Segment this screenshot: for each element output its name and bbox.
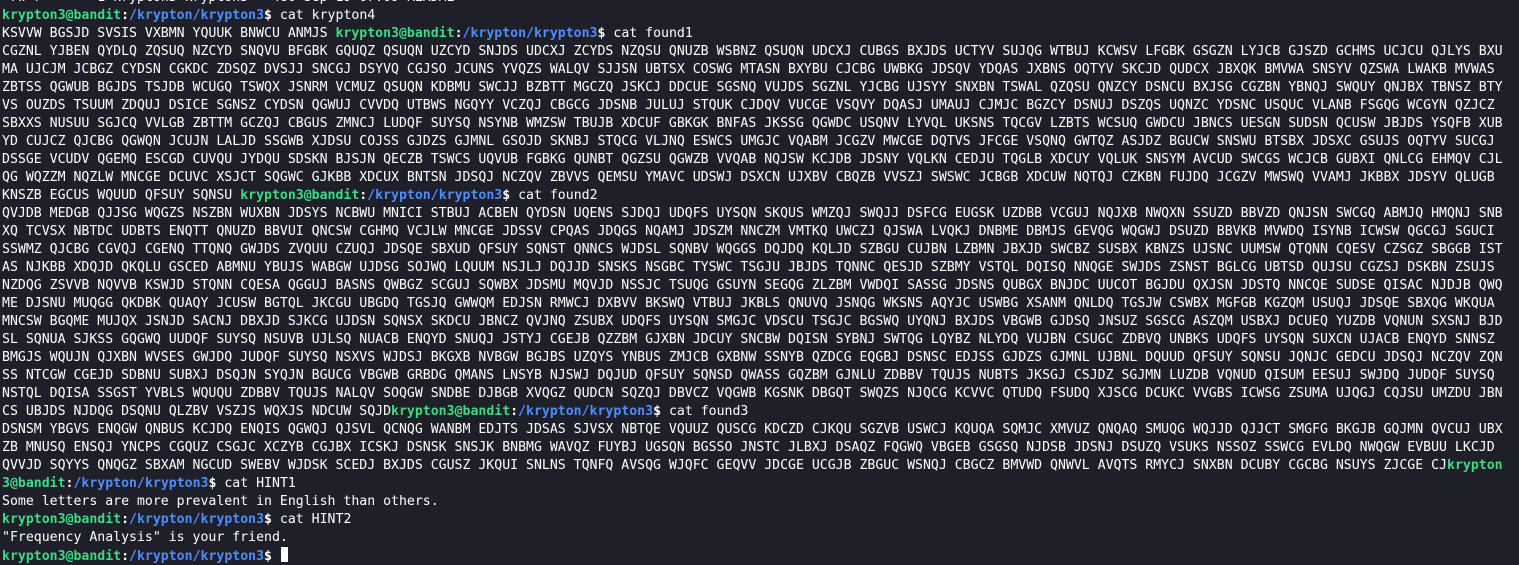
terminal-line: krypton3@bandit:/krypton/krypton3$ cat k… (2, 7, 1519, 25)
terminal-text: SL SQNUA SJKSS GQGWQ UUDQF SUYSQ NSUVB U… (2, 332, 1495, 347)
prompt-user-host: krypton3@bandit (391, 404, 511, 419)
terminal-line: SSWMZ QJCBG CGVQJ CGENQ TTQNQ GWJDS ZVQU… (2, 241, 1519, 259)
prompt-separator: : (510, 404, 519, 419)
terminal-line: QVJDB MEDGB QJJSG WQGZS NSZBN WUXBN JDSY… (2, 205, 1519, 223)
terminal-line: VS OUZDS TSUUM ZDQUJ DSICE SGNSZ CYDSN Q… (2, 97, 1519, 115)
terminal-line: MNCSW BGQME MUJQX JSNJD SACNJ DBXJD SJKC… (2, 313, 1519, 331)
terminal-text: MA UJCJM JCBGZ CYDSN CGKDC ZDSQZ DVSJJ S… (2, 62, 1495, 77)
terminal-line: KNSZB EGCUS WQUUD QFSUY SQNSU krypton3@b… (2, 187, 1519, 205)
terminal-text: Some letters are more prevalent in Engli… (2, 494, 439, 509)
terminal-line: SS NTCGW CGEJD SDBNU SUBXJ DSQJN SYQJN B… (2, 367, 1519, 385)
terminal-line: MA UJCJM JCBGZ CYDSN CGKDC ZDSQZ DVSJJ S… (2, 61, 1519, 79)
terminal-text: cat krypton4 (271, 8, 376, 23)
prompt-separator: : (121, 512, 130, 527)
terminal-text: cat HINT1 (216, 476, 296, 491)
terminal-text: SS NTCGW CGEJD SDBNU SUBXJ DSQJN SYQJN B… (2, 368, 1495, 383)
terminal-text: SSWMZ QJCBG CGVQJ CGENQ TTQNQ GWJDS ZVQU… (2, 242, 1503, 257)
prompt-separator: : (121, 8, 130, 23)
terminal-text: ZBTSS QGWUB BGJDS TSJDB WCUGQ TSWQX JSNR… (2, 80, 1503, 95)
terminal-line: AS NJKBB XDQJD QKQLU GSCED ABMNU YBUJS W… (2, 259, 1519, 277)
terminal-window[interactable]: -rw-r----- 1 krypton3 krypton3 480 Sep 1… (0, 0, 1519, 565)
prompt-user-host: krypton3@bandit (2, 8, 122, 23)
terminal-line: XQ TCVSX NBTDC UDBTS ENQTT QNUZD BBVUI Q… (2, 223, 1519, 241)
prompt-path: /krypton/krypton3 (367, 188, 503, 203)
prompt-separator: $ (653, 404, 662, 419)
terminal-line: ME DJSNU MUQGG QKDBK QUAQY JCUSW BGTQL J… (2, 295, 1519, 313)
prompt-user-host: krypton (1447, 458, 1503, 473)
terminal-line: CGZNL YJBEN QYDLQ ZQSUQ NZCYD SNQVU BFGB… (2, 43, 1519, 61)
terminal-line: krypton3@bandit:/krypton/krypton3$ (2, 547, 1519, 565)
terminal-text: AS NJKBB XDQJD QKQLU GSCED ABMNU YBUJS W… (2, 260, 1495, 275)
terminal-text: DSSGE VCUDV QGEMQ ESCGD CUVQU JYDQU SDSK… (2, 152, 1503, 167)
terminal-text: -rw-r----- 1 krypton3 krypton3 480 Sep 1… (2, 0, 455, 5)
terminal-text: KNSZB EGCUS WQUUD QFSUY SQNSU (2, 188, 241, 203)
terminal-text: CGZNL YJBEN QYDLQ ZQSUQ NZCYD SNQVU BFGB… (2, 44, 1503, 59)
prompt-separator: : (121, 549, 130, 564)
terminal-text: CS UBJDS NJDQG DSQNU QLZBV VSZJS WQXJS N… (2, 404, 392, 419)
terminal-text: MNCSW BGQME MUJQX JSNJD SACNJ DBXJD SJKC… (2, 314, 1503, 329)
terminal-text: cat found3 (661, 404, 749, 419)
terminal-line: NZDQG ZSVVB NQVVB KSWJD STQNN CQESA QGGU… (2, 277, 1519, 295)
terminal-text: DSNSM YBGVS ENQGW QNBUS KCJDQ ENQIS QGWQ… (2, 422, 1503, 437)
terminal-line: SL SQNUA SJKSS GQGWQ UUDQF SUYSQ NSUVB U… (2, 331, 1519, 349)
terminal-line: DSSGE VCUDV QGEMQ ESCGD CUVQU JYDQU SDSK… (2, 151, 1519, 169)
terminal-line: krypton3@bandit:/krypton/krypton3$ cat H… (2, 511, 1519, 529)
terminal-line: YD CUJCZ QJCBG QGWQN JCUJN LALJD SSGWB X… (2, 133, 1519, 151)
prompt-separator: : (454, 26, 463, 41)
prompt-path: /krypton/krypton3 (73, 476, 209, 491)
terminal-line: ZB MNUSQ ENSQJ YNCPS CGQUZ CSGJC XCZYB C… (2, 439, 1519, 457)
terminal-line: KSVVW BGSJD SVSIS VXBMN YQUUK BNWCU ANMJ… (2, 25, 1519, 43)
terminal-text: ZB MNUSQ ENSQJ YNCPS CGQUZ CSGJC XCZYB C… (2, 440, 1495, 455)
prompt-separator: $ (264, 8, 272, 23)
terminal-line: 3@bandit:/krypton/krypton3$ cat HINT1 (2, 475, 1519, 493)
prompt-user-host: krypton3@bandit (2, 512, 122, 527)
terminal-line: QVVJD SQYYS QNQGZ SBXAM NGCUD SWEBV WJDS… (2, 457, 1519, 475)
terminal-text: QVVJD SQYYS QNQGZ SBXAM NGCUD SWEBV WJDS… (2, 458, 1447, 473)
prompt-user-host: krypton3@bandit (335, 26, 455, 41)
terminal-text: ME DJSNU MUQGG QKDBK QUAQY JCUSW BGTQL J… (2, 296, 1495, 311)
terminal-line: -rw-r----- 1 krypton3 krypton3 480 Sep 1… (2, 0, 1519, 7)
terminal-text: cat found2 (510, 188, 598, 203)
terminal-line: BMGJS WQUJN QJXBN WVSES GWJDQ JUDQF SUYS… (2, 349, 1519, 367)
terminal-text: QVJDB MEDGB QJJSG WQGZS NSZBN WUXBN JDSY… (2, 206, 1503, 221)
terminal-text: NSTQL DQISA SSGST YVBLS WQUQU ZDBBV TQUJ… (2, 386, 1503, 401)
terminal-line: SBXXS NUSUU SGJCQ VVLGB ZBTTM GCZQJ CBGU… (2, 115, 1519, 133)
prompt-path: /krypton/krypton3 (129, 8, 265, 23)
prompt-path: /krypton/krypton3 (129, 549, 265, 564)
terminal-line: "Frequency Analysis" is your friend. (2, 529, 1519, 547)
prompt-user-host: 3@bandit (2, 476, 66, 491)
terminal-text: VS OUZDS TSUUM ZDQUJ DSICE SGNSZ CYDSN Q… (2, 98, 1495, 113)
terminal-text: KSVVW BGSJD SVSIS VXBMN YQUUK BNWCU ANMJ… (2, 26, 336, 41)
terminal-line: DSNSM YBGVS ENQGW QNBUS KCJDQ ENQIS QGWQ… (2, 421, 1519, 439)
prompt-separator: $ (502, 188, 511, 203)
terminal-line: ZBTSS QGWUB BGJDS TSJDB WCUGQ TSWQX JSNR… (2, 79, 1519, 97)
prompt-separator: $ (264, 512, 272, 527)
terminal-text: cat HINT2 (271, 512, 352, 527)
terminal-line: Some letters are more prevalent in Engli… (2, 493, 1519, 511)
terminal-line: QG WQZZM NQZLW MNCGE DCUVC XSJCT SQGWC G… (2, 169, 1519, 187)
terminal-text: cat found1 (605, 26, 693, 41)
terminal-text: NZDQG ZSVVB NQVVB KSWJD STQNN CQESA QGGU… (2, 278, 1503, 293)
terminal-text: QG WQZZM NQZLW MNCGE DCUVC XSJCT SQGWC G… (2, 170, 1495, 185)
prompt-path: /krypton/krypton3 (129, 512, 265, 527)
prompt-separator: $ (264, 549, 272, 564)
terminal-line: NSTQL DQISA SSGST YVBLS WQUQU ZDBBV TQUJ… (2, 385, 1519, 403)
prompt-path: /krypton/krypton3 (462, 26, 598, 41)
prompt-path: /krypton/krypton3 (518, 404, 654, 419)
terminal-text: BMGJS WQUJN QJXBN WVSES GWJDQ JUDQF SUYS… (2, 350, 1503, 365)
prompt-user-host: krypton3@bandit (2, 549, 122, 564)
terminal-text: "Frequency Analysis" is your friend. (2, 530, 288, 545)
terminal-text: SBXXS NUSUU SGJCQ VVLGB ZBTTM GCZQJ CBGU… (2, 116, 1503, 131)
prompt-user-host: krypton3@bandit (240, 188, 360, 203)
terminal-line: CS UBJDS NJDQG DSQNU QLZBV VSZJS WQXJS N… (2, 403, 1519, 421)
terminal-cursor (280, 547, 288, 562)
terminal-text: YD CUJCZ QJCBG QGWQN JCUJN LALJD SSGWB X… (2, 134, 1495, 149)
terminal-text: XQ TCVSX NBTDC UDBTS ENQTT QNUZD BBVUI Q… (2, 224, 1495, 239)
